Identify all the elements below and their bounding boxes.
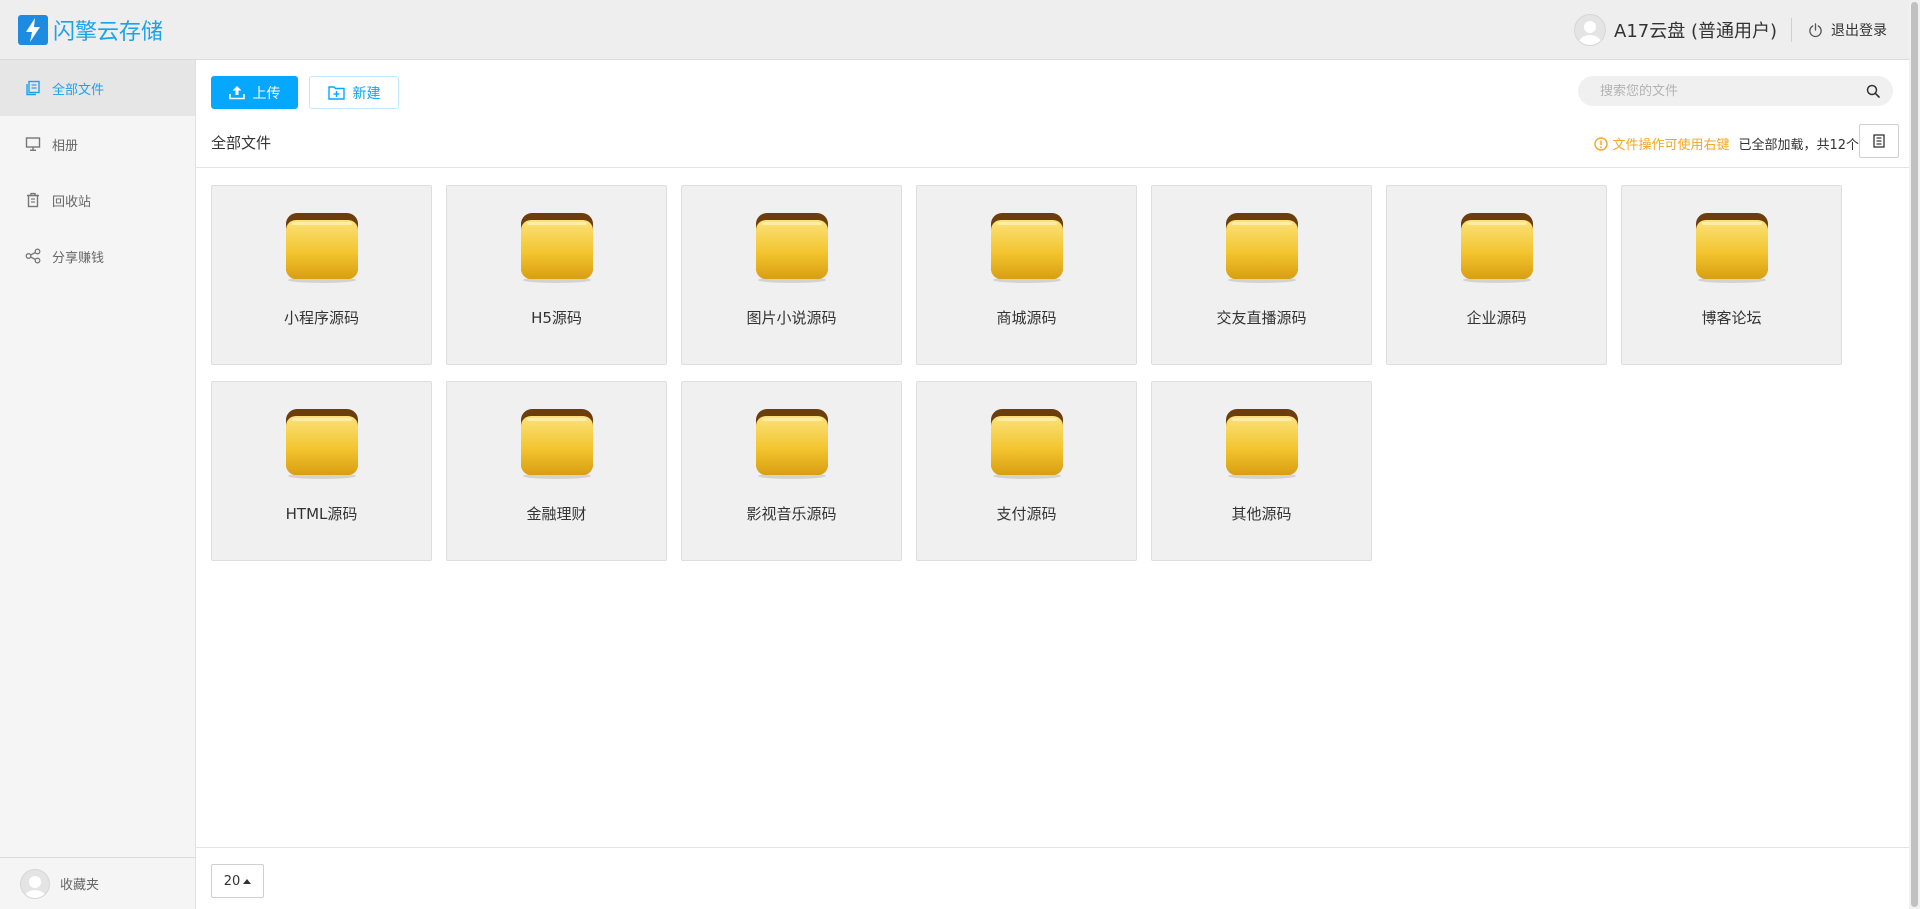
- header-divider: [1791, 18, 1792, 42]
- folder-name: H5源码: [531, 309, 582, 327]
- folder-name: 影视音乐源码: [746, 505, 837, 523]
- folder-icon: [1696, 213, 1768, 283]
- folder-icon: [756, 409, 828, 479]
- folder-tile[interactable]: HTML源码: [211, 381, 432, 561]
- favorites-link[interactable]: 收藏夹: [0, 857, 196, 909]
- page-size-select[interactable]: 20: [211, 864, 264, 898]
- folder-icon: [756, 213, 828, 283]
- folder-icon: [286, 213, 358, 283]
- lightning-icon: [18, 15, 48, 45]
- monitor-icon: [24, 135, 42, 153]
- folder-name: 交友直播源码: [1216, 309, 1307, 327]
- folder-tile[interactable]: 图片小说源码: [681, 185, 902, 365]
- folder-tile[interactable]: 其他源码: [1151, 381, 1372, 561]
- sidebar: 全部文件 相册 回收站 分享赚钱 收藏夹: [0, 60, 196, 909]
- folder-icon: [286, 409, 358, 479]
- sidebar-item-share-earn[interactable]: 分享赚钱: [0, 228, 195, 284]
- new-label: 新建: [352, 85, 381, 102]
- folder-name: 小程序源码: [283, 309, 359, 327]
- user-name[interactable]: A17云盘 (普通用户): [1614, 17, 1777, 43]
- breadcrumb[interactable]: 全部文件: [211, 132, 271, 153]
- trash-icon: [24, 191, 42, 209]
- folder-tile[interactable]: 商城源码: [916, 185, 1137, 365]
- sidebar-item-label: 全部文件: [52, 82, 105, 98]
- upload-label: 上传: [252, 85, 281, 102]
- favorites-avatar: [20, 868, 50, 899]
- main-content: 上传 新建 全部文件 文件操作可使用右键: [196, 60, 1909, 909]
- folder-icon: [991, 409, 1063, 479]
- folder-icon: [521, 409, 593, 479]
- upload-icon: [228, 86, 245, 100]
- list-view-icon: [1873, 134, 1885, 148]
- logout-button[interactable]: 退出登录: [1808, 20, 1887, 40]
- sidebar-item-recycle-bin[interactable]: 回收站: [0, 172, 195, 228]
- sidebar-item-label: 回收站: [52, 194, 92, 210]
- file-count: 已全部加载，共12个: [1738, 138, 1859, 153]
- upload-button[interactable]: 上传: [211, 76, 298, 109]
- file-info: 文件操作可使用右键 已全部加载，共12个: [1594, 134, 1859, 153]
- folder-tile[interactable]: 交友直播源码: [1151, 185, 1372, 365]
- sidebar-item-all-files[interactable]: 全部文件: [0, 60, 195, 116]
- folder-icon: [1226, 213, 1298, 283]
- search-icon[interactable]: [1853, 84, 1893, 98]
- sidebar-item-label: 分享赚钱: [52, 250, 105, 266]
- favorites-label: 收藏夹: [60, 878, 100, 893]
- toolbar: 上传 新建: [211, 76, 399, 109]
- folder-icon: [1461, 213, 1533, 283]
- page-size-value: 20: [223, 873, 241, 889]
- folder-name: 金融理财: [526, 505, 587, 523]
- folder-tile[interactable]: 博客论坛: [1621, 185, 1842, 365]
- folder-tile[interactable]: 金融理财: [446, 381, 667, 561]
- folder-name: 博客论坛: [1701, 309, 1762, 327]
- scrollbar-thumb[interactable]: [1911, 2, 1918, 907]
- new-folder-icon: [327, 86, 345, 100]
- logout-label: 退出登录: [1831, 23, 1887, 39]
- app-logo[interactable]: 闪擎云存储: [18, 14, 163, 46]
- folder-tile[interactable]: H5源码: [446, 185, 667, 365]
- share-icon: [24, 247, 42, 265]
- header-divider-line: [196, 167, 1909, 168]
- search-box: [1578, 76, 1893, 106]
- sidebar-item-label: 相册: [52, 138, 79, 154]
- folder-name: HTML源码: [285, 505, 358, 523]
- view-toggle-button[interactable]: [1859, 124, 1899, 158]
- logo-text: 闪擎云存储: [53, 20, 164, 45]
- folder-name: 企业源码: [1466, 309, 1527, 327]
- folder-tile[interactable]: 影视音乐源码: [681, 381, 902, 561]
- folder-name: 图片小说源码: [746, 309, 837, 327]
- user-area: A17云盘 (普通用户) 退出登录: [1574, 0, 1909, 60]
- info-icon: [1594, 136, 1609, 151]
- folder-name: 其他源码: [1231, 505, 1292, 523]
- top-header: 闪擎云存储 A17云盘 (普通用户) 退出登录: [0, 0, 1909, 60]
- folder-name: 商城源码: [996, 309, 1057, 327]
- folder-tile[interactable]: 小程序源码: [211, 185, 432, 365]
- tip-text: 文件操作可使用右键: [1612, 138, 1730, 153]
- folder-icon: [521, 213, 593, 283]
- search-input[interactable]: [1578, 83, 1853, 99]
- folder-icon: [1226, 409, 1298, 479]
- power-icon: [1809, 22, 1822, 37]
- user-avatar[interactable]: [1574, 14, 1607, 46]
- files-icon: [24, 79, 42, 97]
- folder-tile[interactable]: 支付源码: [916, 381, 1137, 561]
- scrollbar[interactable]: [1909, 0, 1920, 909]
- caret-up-icon: [243, 878, 252, 884]
- folder-tile[interactable]: 企业源码: [1386, 185, 1607, 365]
- footer-divider: [196, 847, 1909, 848]
- new-folder-button[interactable]: 新建: [309, 76, 399, 109]
- right-click-tip: 文件操作可使用右键: [1594, 134, 1729, 153]
- sidebar-item-album[interactable]: 相册: [0, 116, 195, 172]
- folder-name: 支付源码: [996, 505, 1057, 523]
- folder-icon: [991, 213, 1063, 283]
